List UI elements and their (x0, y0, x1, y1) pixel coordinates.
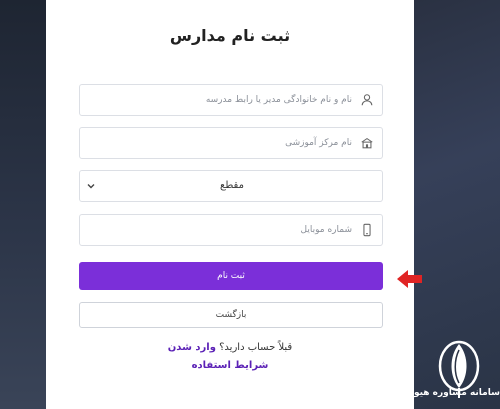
login-link[interactable]: وارد شدن (168, 342, 216, 353)
mobile-number-field[interactable]: شماره موبایل (79, 214, 383, 246)
terms-link[interactable]: شرایط استفاده (46, 360, 414, 371)
watermark-text: سامانه مشاوره هیوا (410, 388, 500, 398)
login-prompt-line: قبلاً حساب دارید؟ وارد شدن (46, 342, 414, 353)
manager-name-placeholder: نام و نام خانوادگی مدیر یا رابط مدرسه (205, 95, 352, 105)
school-name-placeholder: نام مرکز آموزشی (285, 138, 352, 148)
school-name-field[interactable]: نام مرکز آموزشی (79, 127, 383, 159)
school-icon (361, 137, 373, 149)
page-title: ثبت نام مدارس (169, 26, 291, 45)
login-prompt-text: قبلاً حساب دارید؟ (219, 342, 293, 353)
hiva-logo (438, 340, 480, 398)
registration-panel: ثبت نام مدارس نام و نام خانوادگی مدیر یا… (46, 0, 414, 409)
user-icon (361, 94, 373, 106)
grade-select-value: مقطع (220, 180, 244, 191)
chevron-down-icon (87, 184, 95, 189)
red-arrow-icon (397, 270, 422, 288)
manager-name-field[interactable]: نام و نام خانوادگی مدیر یا رابط مدرسه (79, 84, 383, 116)
mobile-icon (363, 223, 371, 237)
back-button[interactable]: بازگشت (79, 302, 383, 328)
register-button[interactable]: ثبت نام (79, 262, 383, 290)
mobile-number-placeholder: شماره موبایل (300, 225, 352, 235)
background-left (0, 0, 46, 409)
grade-select[interactable]: مقطع (79, 170, 383, 202)
